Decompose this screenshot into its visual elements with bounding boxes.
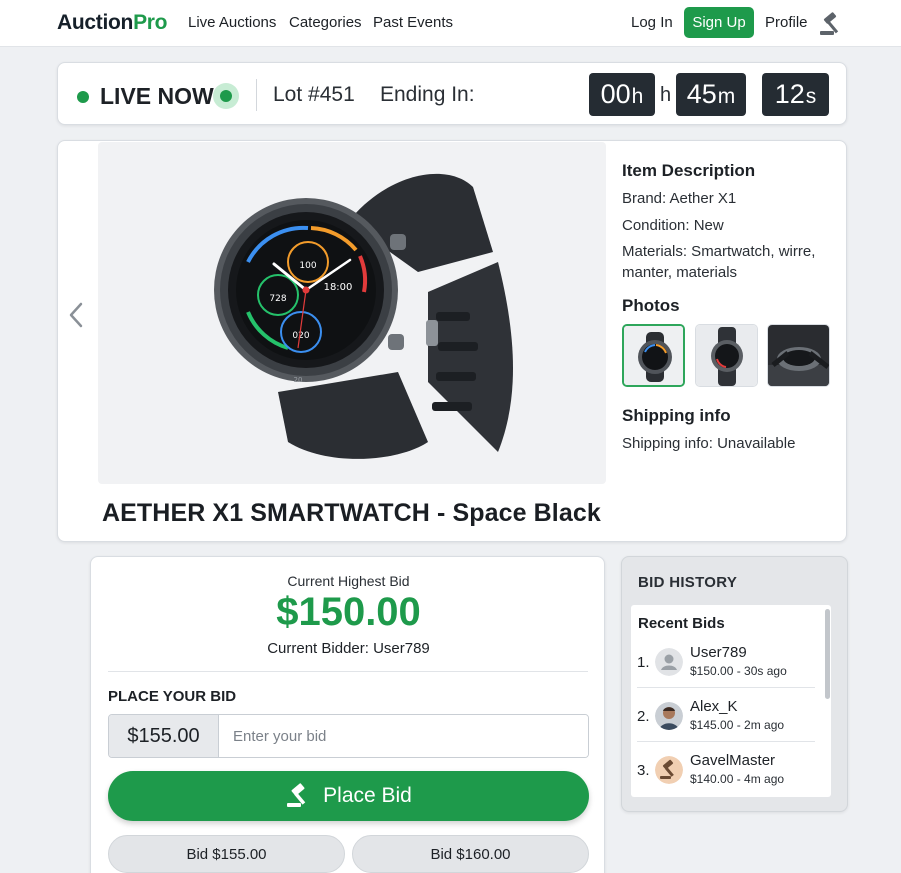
shipping-text: Shipping info: Unavailable <box>622 435 796 452</box>
bid-input[interactable] <box>219 715 588 757</box>
top-navbar: AuctionPro Live Auctions Categories Past… <box>0 0 901 47</box>
current-bid-label: Current Highest Bid <box>287 573 410 589</box>
place-bid-button[interactable]: Place Bid <box>108 771 589 821</box>
timer-seconds-value: 12 <box>774 79 805 109</box>
materials-text: Materials: Smartwatch, wirre, manter, ma… <box>622 243 816 281</box>
watch-bezel-mark: 20 <box>294 376 303 384</box>
timer-seconds: 12 s <box>762 73 829 116</box>
avatar-placeholder-icon <box>655 648 683 676</box>
watch-face-steps: 100 <box>299 261 316 271</box>
product-title: AETHER X1 SMARTWATCH - Space Black <box>102 499 601 527</box>
logo[interactable]: AuctionPro <box>57 11 167 35</box>
gavel-icon[interactable] <box>818 8 848 38</box>
bid-history-row: 2. Alex_K $145.00 - 2m ago <box>631 688 831 742</box>
photo-thumbnail-2[interactable] <box>695 324 758 387</box>
lot-number: Lot #451 <box>273 83 355 106</box>
timer-seconds-unit: s <box>805 85 817 108</box>
photos-heading: Photos <box>622 296 680 315</box>
gavel-avatar-icon <box>655 756 683 784</box>
bid-panel: Current Highest Bid $150.00 Current Bidd… <box>90 556 605 873</box>
live-dot-icon <box>77 91 89 103</box>
bid-input-group: $155.00 <box>108 714 589 758</box>
scrollbar[interactable] <box>825 609 830 699</box>
bid-history-row: 1. User789 $150.00 - 30s ago <box>631 634 831 688</box>
bid-history-row: 3. GavelMaster $140.00 - 4m ago <box>631 742 831 796</box>
condition-text: Condition: New <box>622 217 724 234</box>
watch-face-time: 18:00 <box>324 282 353 293</box>
product-image[interactable]: 100 728 18:00 020 20 <box>98 142 606 484</box>
timer-minutes: 45 m <box>676 73 746 116</box>
signup-button[interactable]: Sign Up <box>684 7 754 38</box>
current-bidder: Current Bidder: User789 <box>267 640 430 657</box>
ending-label: Ending In: <box>380 83 475 106</box>
nav-link-categories[interactable]: Categories <box>289 14 362 31</box>
bid-row-index: 3. <box>637 762 650 779</box>
bid-meta: $140.00 - 4m ago <box>690 772 785 786</box>
current-bid-amount: $150.00 <box>276 590 421 634</box>
quick-bid-button-1[interactable]: Bid $155.00 <box>108 835 345 873</box>
bid-row-index: 2. <box>637 708 650 725</box>
brand-text: Brand: Aether X1 <box>622 190 737 207</box>
bid-history-title: BID HISTORY <box>638 574 738 591</box>
gavel-icon <box>287 783 306 807</box>
place-bid-heading: PLACE YOUR BID <box>108 688 237 705</box>
timer-minutes-value: 45 <box>686 79 717 109</box>
watch-face-heart: 020 <box>292 331 309 341</box>
chevron-left-icon[interactable] <box>66 301 86 329</box>
login-link[interactable]: Log In <box>631 14 673 31</box>
bidder-name: User789 <box>690 644 747 661</box>
item-description-heading: Item Description <box>622 161 756 180</box>
place-bid-label: Place Bid <box>323 784 412 807</box>
timer-hours-unit: h <box>631 85 644 108</box>
logo-text-auction: Auction <box>57 11 134 34</box>
watch-thumb-image <box>624 326 683 385</box>
divider <box>108 671 588 672</box>
nav-link-past-events[interactable]: Past Events <box>373 14 453 31</box>
bid-history-list[interactable]: Recent Bids 1. User789 $150.00 - 30s ago… <box>631 605 831 797</box>
timer-hours: 00 h <box>589 73 655 116</box>
profile-link[interactable]: Profile <box>765 14 808 31</box>
photo-thumbnail-1[interactable] <box>622 324 685 387</box>
watch-face-calories: 728 <box>269 294 286 304</box>
bid-prefix-value: $155.00 <box>109 715 219 757</box>
watch-thumb-image <box>768 325 829 386</box>
bid-meta: $145.00 - 2m ago <box>690 718 785 732</box>
photo-thumbnail-3[interactable] <box>767 324 830 387</box>
recent-bids-heading: Recent Bids <box>638 615 725 632</box>
bidder-name: Alex_K <box>690 698 738 715</box>
live-status-bar: LIVE NOW Lot #451 Ending In: 00 h h 45 m 1… <box>57 62 847 125</box>
timer-minutes-unit: m <box>717 85 736 108</box>
bidder-name: GavelMaster <box>690 752 776 769</box>
bid-meta: $150.00 - 30s ago <box>690 664 787 678</box>
logo-text-pro: Pro <box>133 11 168 34</box>
timer-hours-value: 00 <box>600 79 631 109</box>
smartwatch-image: 100 728 18:00 020 20 <box>214 173 513 459</box>
shipping-heading: Shipping info <box>622 406 731 425</box>
bid-row-index: 1. <box>637 654 650 671</box>
quick-bid-button-2[interactable]: Bid $160.00 <box>352 835 589 873</box>
product-card: 100 728 18:00 020 20 Item Description Br… <box>57 140 847 542</box>
live-pulse-icon <box>213 83 239 109</box>
bid-history-panel: BID HISTORY Recent Bids 1. User789 $150.… <box>621 556 848 812</box>
divider <box>256 79 257 111</box>
timer-separator: h <box>660 84 672 106</box>
watch-thumb-image <box>696 325 757 386</box>
nav-link-live-auctions[interactable]: Live Auctions <box>188 14 276 31</box>
avatar <box>655 702 683 730</box>
live-status-label: LIVE NOW <box>100 83 214 109</box>
